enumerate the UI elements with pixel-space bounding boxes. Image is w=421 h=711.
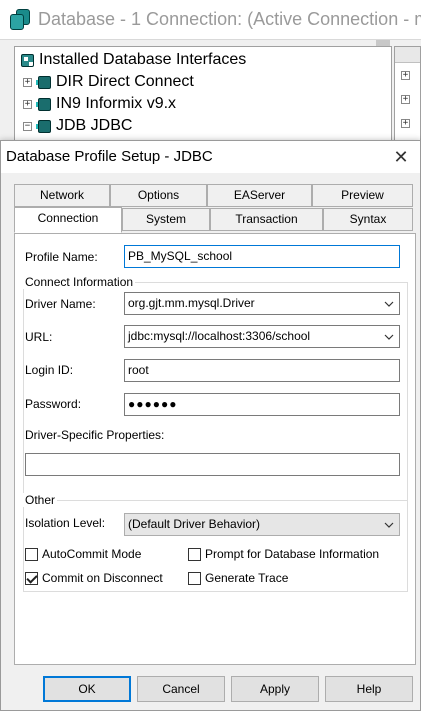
tab-syntax[interactable]: Syntax [323, 208, 413, 231]
autocommit-checkbox[interactable]: AutoCommit Mode [25, 547, 141, 561]
tab-preview[interactable]: Preview [312, 184, 413, 207]
database-interface-tree[interactable]: Installed Database Interfaces + DIR Dire… [14, 46, 392, 150]
isolation-level-combo[interactable]: (Default Driver Behavior) [124, 513, 400, 536]
tree-item-in9[interactable]: + IN9 Informix v9.x [23, 93, 176, 115]
prompt-checkbox[interactable]: Prompt for Database Information [188, 547, 379, 561]
help-button[interactable]: Help [325, 676, 413, 702]
tab-easerver[interactable]: EAServer [207, 184, 312, 207]
generate-trace-checkbox[interactable]: Generate Trace [188, 571, 288, 585]
commit-on-disconnect-checkbox[interactable]: Commit on Disconnect [25, 571, 163, 585]
profile-name-label: Profile Name: [25, 250, 98, 264]
database-icon [10, 8, 32, 31]
login-id-label: Login ID: [25, 363, 74, 377]
tab-connection[interactable]: Connection [14, 207, 122, 233]
checkbox-box[interactable] [25, 547, 38, 561]
driver-name-combo[interactable]: org.gjt.mm.mysql.Driver [124, 292, 400, 315]
parent-window-title: Database - 1 Connection: (Active Connect… [38, 9, 421, 29]
driver-name-label: Driver Name: [25, 297, 96, 311]
database-profile-dialog: Database Profile Setup - JDBC ✕ Network … [0, 140, 421, 711]
driver-properties-label: Driver-Specific Properties: [25, 428, 165, 442]
tree-item-dir[interactable]: + DIR Direct Connect [23, 71, 194, 93]
connect-information-title: Connect Information [23, 275, 136, 289]
tab-system[interactable]: System [122, 208, 210, 231]
checkbox-box-checked[interactable] [25, 571, 38, 585]
chevron-down-icon[interactable] [383, 293, 395, 314]
generate-trace-label: Generate Trace [205, 571, 289, 585]
driver-name-value: org.gjt.mm.mysql.Driver [128, 296, 255, 310]
apply-button[interactable]: Apply [231, 676, 319, 702]
interfaces-icon [19, 52, 35, 68]
cancel-button[interactable]: Cancel [137, 676, 225, 702]
tab-options[interactable]: Options [110, 184, 207, 207]
tab-transaction[interactable]: Transaction [210, 208, 323, 231]
chevron-down-icon[interactable] [383, 326, 395, 347]
expand-icon[interactable]: + [23, 99, 32, 109]
expand-icon[interactable]: + [23, 77, 32, 87]
tree-item-label: IN9 Informix v9.x [56, 95, 177, 112]
password-label: Password: [25, 397, 82, 411]
url-combo[interactable]: jdbc:mysql://localhost:3306/school [124, 325, 400, 348]
url-label: URL: [25, 330, 53, 344]
checkbox-box[interactable] [188, 547, 201, 561]
expand-icon[interactable]: + [401, 71, 410, 80]
isolation-level-value: (Default Driver Behavior) [128, 517, 261, 531]
driver-properties-input[interactable] [25, 453, 400, 476]
commit-on-disconnect-label: Commit on Disconnect [42, 571, 163, 585]
collapse-icon[interactable]: − [23, 121, 32, 131]
database-icon [36, 118, 52, 134]
database-icon [36, 96, 52, 112]
connection-tab-panel: Profile Name: PB_MySQL_school Connect In… [14, 233, 416, 665]
other-group-title: Other [23, 493, 58, 507]
parent-window: Database - 1 Connection: (Active Connect… [0, 0, 421, 150]
right-tree-panel[interactable]: + + + [394, 46, 421, 150]
database-icon [36, 74, 52, 90]
url-value: jdbc:mysql://localhost:3306/school [128, 329, 311, 343]
dialog-title: Database Profile Setup - JDBC [6, 148, 213, 165]
tree-item-jdb[interactable]: − JDB JDBC [23, 115, 132, 137]
checkbox-box[interactable] [188, 571, 201, 585]
tree-item-label: JDB JDBC [56, 117, 133, 134]
close-icon[interactable]: ✕ [390, 146, 412, 168]
parent-titlebar[interactable]: Database - 1 Connection: (Active Connect… [0, 0, 421, 40]
prompt-label: Prompt for Database Information [205, 547, 380, 561]
tree-item-installed-interfaces[interactable]: Installed Database Interfaces [19, 49, 246, 71]
login-id-input[interactable]: root [124, 359, 400, 382]
dialog-titlebar[interactable]: Database Profile Setup - JDBC ✕ [1, 141, 420, 173]
ok-button[interactable]: OK [43, 676, 131, 702]
right-panel-header [395, 47, 420, 63]
password-input[interactable]: ●●●●●● [124, 393, 400, 416]
tree-item-label: DIR Direct Connect [56, 73, 194, 90]
autocommit-label: AutoCommit Mode [42, 547, 142, 561]
tree-item-label: Installed Database Interfaces [39, 51, 247, 68]
expand-icon[interactable]: + [401, 119, 410, 128]
tab-network[interactable]: Network [14, 184, 110, 207]
chevron-down-icon[interactable] [383, 514, 395, 535]
expand-icon[interactable]: + [401, 95, 410, 104]
isolation-level-label: Isolation Level: [25, 516, 106, 530]
profile-name-input[interactable]: PB_MySQL_school [124, 245, 400, 268]
